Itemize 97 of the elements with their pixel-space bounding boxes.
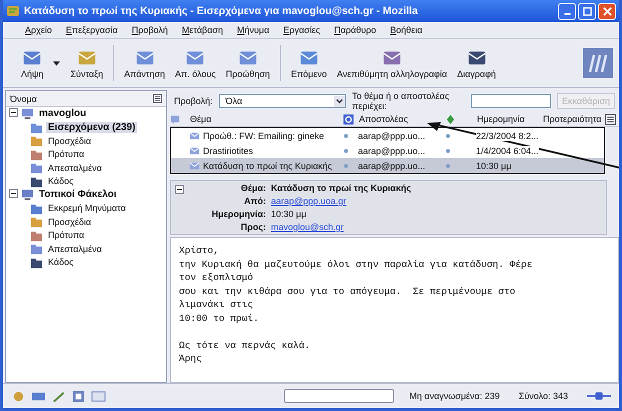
computer-icon (21, 107, 34, 120)
logo-icon (583, 48, 613, 78)
message-icon (189, 145, 200, 156)
close-button[interactable] (598, 2, 616, 20)
message-sender: aarap@ppp.uo... (358, 130, 426, 140)
message-date: 10:30 μμ (476, 160, 512, 170)
junk-status-icon (446, 164, 450, 168)
message-sender: aarap@ppp.uo... (358, 146, 426, 156)
toolbar-button[interactable]: Διαγραφή (453, 46, 500, 80)
menu-item[interactable]: Μήνυμα (237, 25, 270, 35)
menu-item[interactable]: Παράθυρο (334, 25, 376, 35)
menu-item[interactable]: Μετάβαση (182, 25, 223, 35)
column-picker-icon[interactable] (605, 114, 616, 124)
junk-column-icon[interactable] (445, 114, 456, 124)
folder-item[interactable]: Πρότυπα (46, 230, 86, 240)
header-label: Προς: (240, 222, 266, 232)
toolbar-button[interactable]: Λήψη (17, 46, 48, 80)
account-name[interactable]: mavoglou (37, 108, 88, 120)
search-field[interactable] (471, 94, 552, 108)
junk-status-icon (446, 148, 450, 152)
folder-icon (30, 161, 43, 174)
collapse-toggle[interactable] (9, 189, 18, 200)
read-status-icon (344, 134, 348, 138)
message-subject: Drastiriotites (203, 146, 254, 156)
read-column-icon[interactable] (343, 114, 354, 124)
minimize-button[interactable] (558, 2, 576, 20)
view-label: Προβολή: (174, 96, 213, 106)
maximize-button[interactable] (578, 2, 596, 20)
menu-item[interactable]: Επεξεργασία (66, 25, 118, 35)
message-row[interactable]: Προώθ.: FW: Emailing: gineke aarap@ppp.uo... 22/3/2004 8:2... (171, 128, 604, 143)
collapse-toggle[interactable] (175, 185, 184, 194)
message-subject: Προώθ.: FW: Emailing: gineke (203, 130, 324, 140)
unread-count: Μη αναγνωσμένα: 239 (409, 391, 500, 401)
column-header[interactable]: Προτεραιότητα (541, 114, 605, 124)
toolbar-button[interactable]: Προώθηση (222, 46, 274, 80)
column-picker-icon[interactable] (153, 94, 162, 103)
menu-item[interactable]: Αρχείο (25, 25, 52, 35)
dropdown-caret-icon[interactable] (53, 60, 60, 66)
junk-status-icon (446, 134, 450, 138)
folder-item[interactable]: Απεσταλμένα (46, 244, 104, 254)
column-header[interactable]: Αποστολέας (357, 114, 445, 124)
message-date: 1/4/2004 6:04... (476, 146, 539, 156)
search-label: Το θέμα ή ο αποστολέας περιέχει: (352, 91, 450, 111)
minus-icon (9, 108, 18, 118)
folder-item[interactable]: Εισερχόμενα (239) (46, 122, 138, 133)
folder-icon (30, 215, 43, 228)
column-header[interactable]: Ημερομηνία (475, 114, 541, 124)
column-header[interactable]: Όνομα (10, 94, 37, 104)
folder-icon (30, 134, 43, 148)
folder-item[interactable]: Απεσταλμένα (46, 162, 104, 173)
toolbar-button[interactable]: Επόμενο (286, 46, 331, 80)
window-title: Κατάδυση το πρωί της Κυριακής - Εισερχόμενα για mavoglou@sch.gr - Mozilla (24, 5, 418, 17)
collapse-toggle[interactable] (9, 108, 18, 120)
close-icon (602, 6, 612, 16)
column-header[interactable]: Θέμα (188, 114, 343, 124)
message-row[interactable]: Κατάδυση το πρωί της Κυριακής aarap@ppp.uo... 10:30 μμ (171, 158, 604, 173)
header-label: Από: (243, 196, 266, 206)
read-status-icon (344, 148, 348, 152)
maximize-icon (582, 6, 592, 16)
folder-item[interactable]: Εκκρεμή Μηνύματα (46, 203, 128, 214)
online-icon[interactable] (587, 391, 611, 401)
toolbar-button[interactable]: Σύνταξη (66, 46, 108, 80)
email-link[interactable]: aarap@ppp.uoa.gr (271, 196, 412, 206)
toolbar-button[interactable]: Απ. όλους (171, 46, 220, 80)
menu-item[interactable]: Εργασίες (283, 25, 320, 35)
message-icon (189, 160, 200, 171)
folder-item[interactable]: Κάδος (46, 257, 76, 268)
header-value: 10:30 μμ (271, 209, 308, 219)
pen-icon[interactable] (51, 390, 66, 402)
read-status-icon (344, 164, 348, 168)
message-date: 22/3/2004 8:2... (476, 130, 539, 140)
account-name[interactable]: Τοπικοί Φάκελοι (37, 189, 119, 200)
view-dropdown[interactable]: Όλα (218, 94, 346, 108)
header-value: Κατάδυση το πρωί της Κυριακής (271, 183, 412, 193)
menu-item[interactable]: Προβολή (132, 25, 168, 35)
menu-item[interactable]: Βοήθεια (390, 25, 422, 35)
toolbar-button[interactable]: Απάντηση (120, 46, 170, 80)
folder-item[interactable]: Προσχέδια (46, 216, 94, 227)
message-sender: aarap@ppp.uo... (358, 160, 426, 170)
toolbar-button[interactable]: Ανεπιθύμητη αλληλογραφία (332, 46, 452, 80)
header-label: Θέμα: (240, 183, 266, 193)
folder-item[interactable]: Προσχέδια (46, 136, 94, 146)
header-label: Ημερομηνία: (210, 209, 266, 219)
caret-icon (334, 96, 346, 106)
app-icon (6, 4, 20, 18)
message-subject: Κατάδυση το πρωί της Κυριακής (203, 160, 332, 170)
folder-icon (30, 242, 43, 256)
folder-item[interactable]: Κάδος (46, 176, 76, 186)
message-text: Χρίστο, την Κυριακή θα μαζευτούμε όλοι στην παραλία για κατάδυση. Φέρε τον εξοπλισμό σου και την κιθάρα σου για το απόγευμα. Σε περιμένουμε στο λιμανάκι στις 10:00 το πρωί. Ως τότε να περνάς καλά. Άρης (179, 244, 534, 366)
minus-icon (9, 189, 18, 198)
message-icon (189, 130, 200, 141)
message-row[interactable]: Drastiriotites aarap@ppp.uo... 1/4/2004 6:04... (171, 143, 604, 158)
minimize-icon (564, 13, 570, 15)
email-link[interactable]: mavoglou@sch.gr (271, 222, 412, 232)
folder-item[interactable]: Πρότυπα (46, 149, 86, 160)
computer-icon (21, 188, 34, 202)
total-count: Σύνολο: 343 (518, 391, 568, 401)
